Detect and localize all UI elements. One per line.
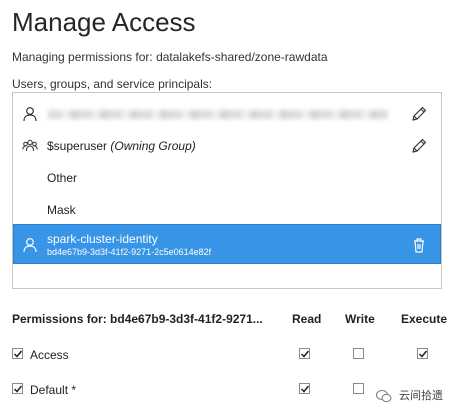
checkmark-icon [300, 350, 310, 358]
default-read-checkbox[interactable] [299, 383, 310, 394]
owning-group-note: (Owning Group) [110, 139, 196, 153]
default-write-checkbox[interactable] [353, 383, 364, 394]
user-icon [23, 107, 37, 122]
principal-name: $superuser (Owning Group) [47, 139, 196, 153]
principal-row-user[interactable] [14, 98, 440, 130]
wechat-icon [375, 390, 392, 403]
permission-row-label: Default * [30, 383, 77, 397]
default-enable-checkbox[interactable] [12, 383, 23, 394]
watermark-text: 云间拾遗 [399, 389, 443, 402]
access-execute-checkbox[interactable] [417, 348, 428, 359]
column-execute: Execute [401, 312, 448, 326]
group-icon [22, 139, 38, 152]
column-write: Write [345, 312, 375, 326]
principal-row-group[interactable]: $superuser (Owning Group) [14, 130, 440, 162]
principal-name: Other [47, 171, 78, 185]
access-enable-checkbox[interactable] [12, 348, 23, 359]
edit-pencil-icon[interactable] [410, 105, 428, 123]
page-title: Manage Access [12, 7, 196, 37]
managing-path-text: Managing permissions for: datalakefs-sha… [12, 50, 328, 64]
watermark: 云间拾遗 [375, 387, 443, 403]
permission-row-label: Access [30, 348, 69, 362]
checkmark-icon [300, 385, 310, 393]
permission-row-access: Access [12, 346, 448, 364]
principals-label: Users, groups, and service principals: [12, 77, 213, 91]
principal-name: spark-cluster-identity [47, 232, 158, 246]
checkmark-icon [13, 385, 23, 393]
edit-pencil-icon[interactable] [410, 137, 428, 155]
checkmark-icon [418, 350, 428, 358]
principal-id: bd4e67b9-3d3f-41f2-9271-2c5e0614e82f [47, 247, 212, 257]
principal-row-other[interactable]: Other [14, 162, 440, 194]
principal-row-mask[interactable]: Mask [14, 194, 440, 226]
trash-icon[interactable] [410, 236, 428, 254]
group-name: $superuser [47, 139, 108, 153]
access-write-checkbox[interactable] [353, 348, 364, 359]
principal-row-selected[interactable]: spark-cluster-identity bd4e67b9-3d3f-41f… [13, 224, 441, 264]
column-read: Read [292, 312, 322, 326]
principal-name: Mask [47, 203, 76, 217]
checkmark-icon [13, 350, 23, 358]
principals-list[interactable]: $superuser (Owning Group) Other Mask spa… [12, 92, 442, 289]
permissions-for-label: Permissions for: bd4e67b9-3d3f-41f2-9271… [12, 312, 263, 326]
access-read-checkbox[interactable] [299, 348, 310, 359]
permissions-header: Permissions for: bd4e67b9-3d3f-41f2-9271… [12, 312, 448, 328]
blurred-principal-name [48, 110, 388, 119]
user-icon [23, 238, 37, 253]
